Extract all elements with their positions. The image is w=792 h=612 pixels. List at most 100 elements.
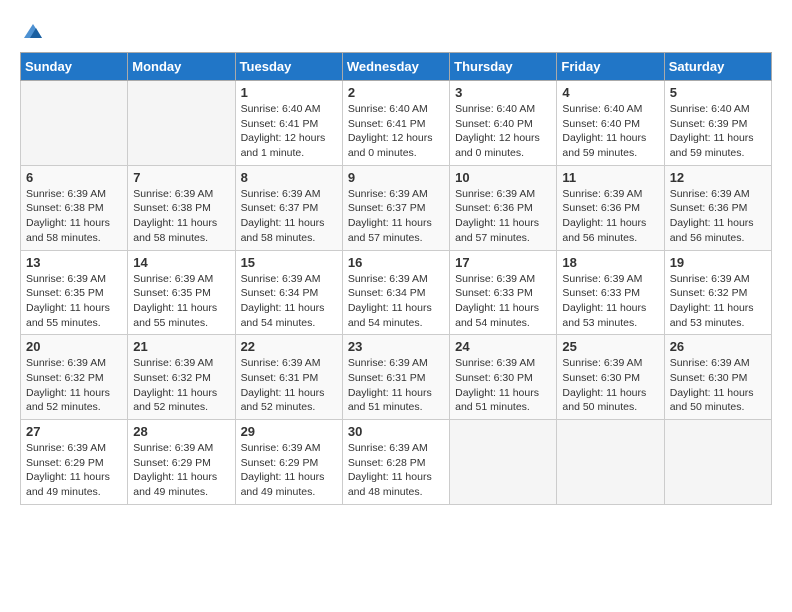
day-of-week-header: Tuesday [235,53,342,81]
day-number: 15 [241,255,337,270]
day-number: 30 [348,424,444,439]
calendar-week-row: 1 Sunrise: 6:40 AM Sunset: 6:41 PM Daylig… [21,81,772,166]
day-info: Sunrise: 6:39 AM Sunset: 6:32 PM Dayligh… [670,272,766,331]
day-info: Sunrise: 6:40 AM Sunset: 6:39 PM Dayligh… [670,102,766,161]
day-info: Sunrise: 6:39 AM Sunset: 6:36 PM Dayligh… [670,187,766,246]
calendar-cell: 10 Sunrise: 6:39 AM Sunset: 6:36 PM Dayli… [450,165,557,250]
day-info: Sunrise: 6:39 AM Sunset: 6:38 PM Dayligh… [133,187,229,246]
day-of-week-header: Sunday [21,53,128,81]
day-of-week-header: Saturday [664,53,771,81]
day-number: 16 [348,255,444,270]
day-number: 2 [348,85,444,100]
calendar-cell: 26 Sunrise: 6:39 AM Sunset: 6:30 PM Dayli… [664,335,771,420]
day-info: Sunrise: 6:40 AM Sunset: 6:40 PM Dayligh… [455,102,551,161]
day-number: 10 [455,170,551,185]
calendar-cell: 14 Sunrise: 6:39 AM Sunset: 6:35 PM Dayli… [128,250,235,335]
calendar-cell: 20 Sunrise: 6:39 AM Sunset: 6:32 PM Dayli… [21,335,128,420]
logo-icon [22,20,44,42]
day-info: Sunrise: 6:40 AM Sunset: 6:41 PM Dayligh… [241,102,337,161]
calendar-cell: 29Sunrise: 6:39 AM Sunset: 6:29 PM Dayli… [235,420,342,505]
calendar-cell: 5 Sunrise: 6:40 AM Sunset: 6:39 PM Daylig… [664,81,771,166]
day-info: Sunrise: 6:39 AM Sunset: 6:37 PM Dayligh… [348,187,444,246]
calendar-cell: 8 Sunrise: 6:39 AM Sunset: 6:37 PM Daylig… [235,165,342,250]
day-info: Sunrise: 6:39 AM Sunset: 6:30 PM Dayligh… [562,356,658,415]
day-info: Sunrise: 6:39 AM Sunset: 6:32 PM Dayligh… [133,356,229,415]
calendar-cell [21,81,128,166]
day-number: 27 [26,424,122,439]
calendar-cell: 30 Sunrise: 6:39 AM Sunset: 6:28 PM Dayli… [342,420,449,505]
calendar-cell: 4Sunrise: 6:40 AM Sunset: 6:40 PM Daylig… [557,81,664,166]
logo [20,20,44,42]
day-info: Sunrise: 6:39 AM Sunset: 6:34 PM Dayligh… [348,272,444,331]
day-info: Sunrise: 6:39 AM Sunset: 6:32 PM Dayligh… [26,356,122,415]
day-number: 9 [348,170,444,185]
day-number: 5 [670,85,766,100]
day-number: 3 [455,85,551,100]
calendar-cell: 28 Sunrise: 6:39 AM Sunset: 6:29 PM Dayli… [128,420,235,505]
day-number: 13 [26,255,122,270]
day-info: Sunrise: 6:39 AM Sunset: 6:34 PM Dayligh… [241,272,337,331]
calendar-cell: 21 Sunrise: 6:39 AM Sunset: 6:32 PM Dayli… [128,335,235,420]
calendar-week-row: 20 Sunrise: 6:39 AM Sunset: 6:32 PM Dayli… [21,335,772,420]
day-of-week-header: Wednesday [342,53,449,81]
day-info: Sunrise: 6:39 AM Sunset: 6:29 PM Dayligh… [26,441,122,500]
calendar-cell: 22 Sunrise: 6:39 AM Sunset: 6:31 PM Dayli… [235,335,342,420]
calendar-cell: 3 Sunrise: 6:40 AM Sunset: 6:40 PM Daylig… [450,81,557,166]
day-number: 1 [241,85,337,100]
day-info: Sunrise: 6:39 AM Sunset: 6:33 PM Dayligh… [562,272,658,331]
calendar-cell: 25 Sunrise: 6:39 AM Sunset: 6:30 PM Dayli… [557,335,664,420]
calendar-cell: 11Sunrise: 6:39 AM Sunset: 6:36 PM Dayli… [557,165,664,250]
calendar-cell: 6Sunrise: 6:39 AM Sunset: 6:38 PM Daylig… [21,165,128,250]
day-of-week-header: Thursday [450,53,557,81]
day-info: Sunrise: 6:39 AM Sunset: 6:36 PM Dayligh… [455,187,551,246]
day-info: Sunrise: 6:39 AM Sunset: 6:31 PM Dayligh… [241,356,337,415]
calendar-cell: 19 Sunrise: 6:39 AM Sunset: 6:32 PM Dayli… [664,250,771,335]
day-number: 22 [241,339,337,354]
calendar-cell [450,420,557,505]
calendar-header-row: SundayMondayTuesdayWednesdayThursdayFrid… [21,53,772,81]
calendar-cell: 7 Sunrise: 6:39 AM Sunset: 6:38 PM Daylig… [128,165,235,250]
calendar-cell: 2 Sunrise: 6:40 AM Sunset: 6:41 PM Daylig… [342,81,449,166]
day-number: 23 [348,339,444,354]
calendar-week-row: 13 Sunrise: 6:39 AM Sunset: 6:35 PM Dayli… [21,250,772,335]
day-info: Sunrise: 6:39 AM Sunset: 6:33 PM Dayligh… [455,272,551,331]
calendar-cell [128,81,235,166]
calendar-cell: 23 Sunrise: 6:39 AM Sunset: 6:31 PM Dayli… [342,335,449,420]
day-number: 25 [562,339,658,354]
day-info: Sunrise: 6:39 AM Sunset: 6:29 PM Dayligh… [133,441,229,500]
day-number: 17 [455,255,551,270]
day-number: 12 [670,170,766,185]
day-number: 19 [670,255,766,270]
calendar-week-row: 6Sunrise: 6:39 AM Sunset: 6:38 PM Daylig… [21,165,772,250]
day-of-week-header: Friday [557,53,664,81]
day-number: 14 [133,255,229,270]
day-number: 29 [241,424,337,439]
day-number: 28 [133,424,229,439]
calendar-cell: 17 Sunrise: 6:39 AM Sunset: 6:33 PM Dayli… [450,250,557,335]
day-info: Sunrise: 6:39 AM Sunset: 6:31 PM Dayligh… [348,356,444,415]
day-number: 18 [562,255,658,270]
day-number: 7 [133,170,229,185]
day-number: 8 [241,170,337,185]
day-info: Sunrise: 6:39 AM Sunset: 6:28 PM Dayligh… [348,441,444,500]
day-info: Sunrise: 6:39 AM Sunset: 6:35 PM Dayligh… [133,272,229,331]
calendar-cell: 27 Sunrise: 6:39 AM Sunset: 6:29 PM Dayli… [21,420,128,505]
calendar-cell: 9 Sunrise: 6:39 AM Sunset: 6:37 PM Daylig… [342,165,449,250]
calendar-cell [557,420,664,505]
day-info: Sunrise: 6:40 AM Sunset: 6:41 PM Dayligh… [348,102,444,161]
calendar-week-row: 27 Sunrise: 6:39 AM Sunset: 6:29 PM Dayli… [21,420,772,505]
calendar-cell: 24 Sunrise: 6:39 AM Sunset: 6:30 PM Dayli… [450,335,557,420]
day-info: Sunrise: 6:39 AM Sunset: 6:30 PM Dayligh… [670,356,766,415]
day-info: Sunrise: 6:39 AM Sunset: 6:36 PM Dayligh… [562,187,658,246]
calendar-cell: 1 Sunrise: 6:40 AM Sunset: 6:41 PM Daylig… [235,81,342,166]
calendar-cell: 18 Sunrise: 6:39 AM Sunset: 6:33 PM Dayli… [557,250,664,335]
day-number: 24 [455,339,551,354]
calendar-table: SundayMondayTuesdayWednesdayThursdayFrid… [20,52,772,505]
day-number: 20 [26,339,122,354]
day-number: 26 [670,339,766,354]
day-number: 21 [133,339,229,354]
day-info: Sunrise: 6:39 AM Sunset: 6:30 PM Dayligh… [455,356,551,415]
calendar-cell: 16 Sunrise: 6:39 AM Sunset: 6:34 PM Dayli… [342,250,449,335]
day-info: Sunrise: 6:40 AM Sunset: 6:40 PM Dayligh… [562,102,658,161]
day-info: Sunrise: 6:39 AM Sunset: 6:37 PM Dayligh… [241,187,337,246]
